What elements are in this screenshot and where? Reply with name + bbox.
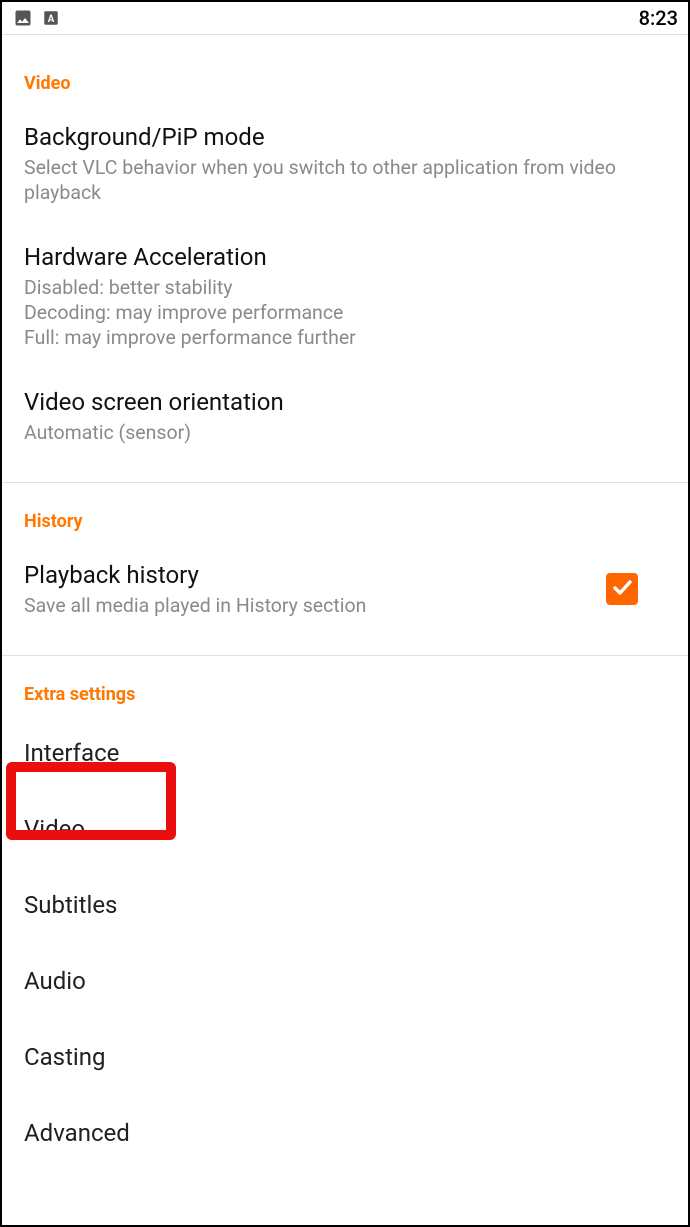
extra-item-label: Casting [24,1043,666,1071]
extra-item-advanced[interactable]: Advanced [2,1095,688,1171]
section-header-extra: Extra settings [2,656,688,715]
check-icon [610,575,634,603]
status-bar: A 8:23 [2,2,688,34]
setting-desc: Select VLC behavior when you switch to o… [24,156,666,206]
section-header-history: History [2,483,688,542]
setting-video-orientation[interactable]: Video screen orientation Automatic (sens… [2,369,688,464]
extra-item-label: Audio [24,967,666,995]
extra-item-label: Video [24,815,666,843]
setting-title: Background/PiP mode [24,122,666,152]
section-history: History Playback history Save all media … [2,483,688,656]
extra-item-audio[interactable]: Audio [2,943,688,1019]
setting-desc: Disabled: better stability Decoding: may… [24,276,666,351]
setting-hardware-acceleration[interactable]: Hardware Acceleration Disabled: better s… [2,224,688,369]
setting-background-pip[interactable]: Background/PiP mode Select VLC behavior … [2,104,688,224]
status-icons-left: A [12,7,62,29]
extra-item-interface[interactable]: Interface [2,715,688,791]
section-video: Video Background/PiP mode Select VLC beh… [2,45,688,483]
section-header-video: Video [2,45,688,104]
setting-title: Playback history [24,560,590,590]
extra-item-label: Subtitles [24,891,666,919]
extra-item-video[interactable]: Video [2,791,688,867]
extra-item-label: Interface [24,739,666,767]
section-extra-settings: Extra settings Interface Video Subtitles… [2,656,688,1189]
setting-desc: Automatic (sensor) [24,421,666,446]
extra-item-subtitles[interactable]: Subtitles [2,867,688,943]
setting-desc: Save all media played in History section [24,594,590,619]
status-time: 8:23 [639,6,678,30]
image-icon [12,7,34,29]
svg-text:A: A [48,14,55,25]
setting-title: Hardware Acceleration [24,242,666,272]
setting-playback-history[interactable]: Playback history Save all media played i… [2,542,688,637]
checkbox-playback-history[interactable] [606,573,638,605]
app-icon: A [40,7,62,29]
extra-item-casting[interactable]: Casting [2,1019,688,1095]
setting-title: Video screen orientation [24,387,666,417]
extra-item-label: Advanced [24,1119,666,1147]
settings-content: Video Background/PiP mode Select VLC beh… [2,35,688,1189]
